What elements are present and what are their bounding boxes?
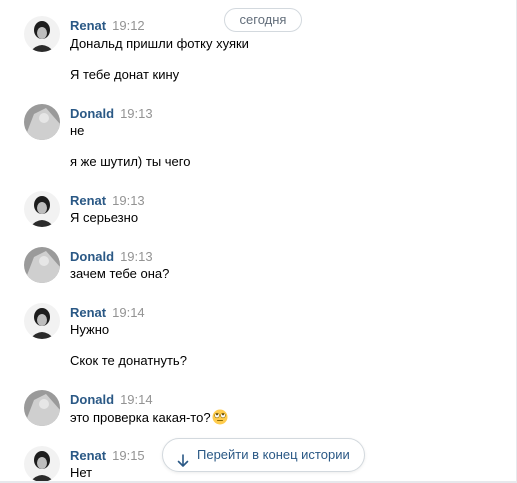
author-name[interactable]: Renat: [70, 18, 106, 33]
message-meta: Donald 19:14: [70, 392, 153, 408]
message-text: Нужно: [70, 322, 110, 337]
author-name[interactable]: Donald: [70, 392, 114, 407]
author-name[interactable]: Donald: [70, 106, 114, 121]
message-meta: Renat 19:12: [70, 18, 145, 34]
message-meta: Donald 19:13: [70, 106, 153, 122]
avatar[interactable]: [24, 16, 60, 52]
message-text: это проверка какая-то?: [70, 409, 228, 429]
message-text: Скок те донатнуть?: [70, 353, 187, 368]
jump-to-end-label: Перейти в конец истории: [197, 447, 350, 462]
message-text: Нет: [70, 465, 93, 480]
message-text: Я тебе донат кину: [70, 67, 180, 82]
author-name[interactable]: Renat: [70, 193, 106, 208]
avatar[interactable]: [24, 390, 60, 426]
author-name[interactable]: Donald: [70, 249, 114, 264]
message-time: 19:14: [112, 305, 145, 320]
avatar[interactable]: [24, 191, 60, 227]
author-name[interactable]: Renat: [70, 448, 106, 463]
message-text: Дональд пришли фотку хуяки: [70, 36, 249, 51]
message-time: 19:12: [112, 18, 145, 33]
eye-roll-emoji-icon: [212, 409, 228, 429]
message-text: Я серьезно: [70, 210, 139, 225]
jump-to-end-button[interactable]: Перейти в конец истории: [162, 438, 365, 472]
message-meta: Donald 19:13: [70, 249, 153, 265]
message-time: 19:13: [112, 193, 145, 208]
avatar[interactable]: [24, 446, 60, 482]
message-meta: Renat 19:14: [70, 305, 145, 321]
message-meta: Renat 19:13: [70, 193, 145, 209]
message-text-content: это проверка какая-то?: [70, 410, 211, 425]
message-time: 19:14: [120, 392, 153, 407]
message-time: 19:13: [120, 106, 153, 121]
message-time: 19:15: [112, 448, 145, 463]
message-meta: Renat 19:15: [70, 448, 145, 464]
avatar[interactable]: [24, 247, 60, 283]
message-text: не: [70, 123, 85, 138]
message-time: 19:13: [120, 249, 153, 264]
arrow-down-icon: [177, 448, 189, 480]
avatar[interactable]: [24, 104, 60, 140]
author-name[interactable]: Renat: [70, 305, 106, 320]
avatar[interactable]: [24, 303, 60, 339]
date-divider: сегодня: [224, 8, 302, 32]
message-text: я же шутил) ты чего: [70, 154, 191, 169]
message-text: зачем тебе она?: [70, 266, 170, 281]
